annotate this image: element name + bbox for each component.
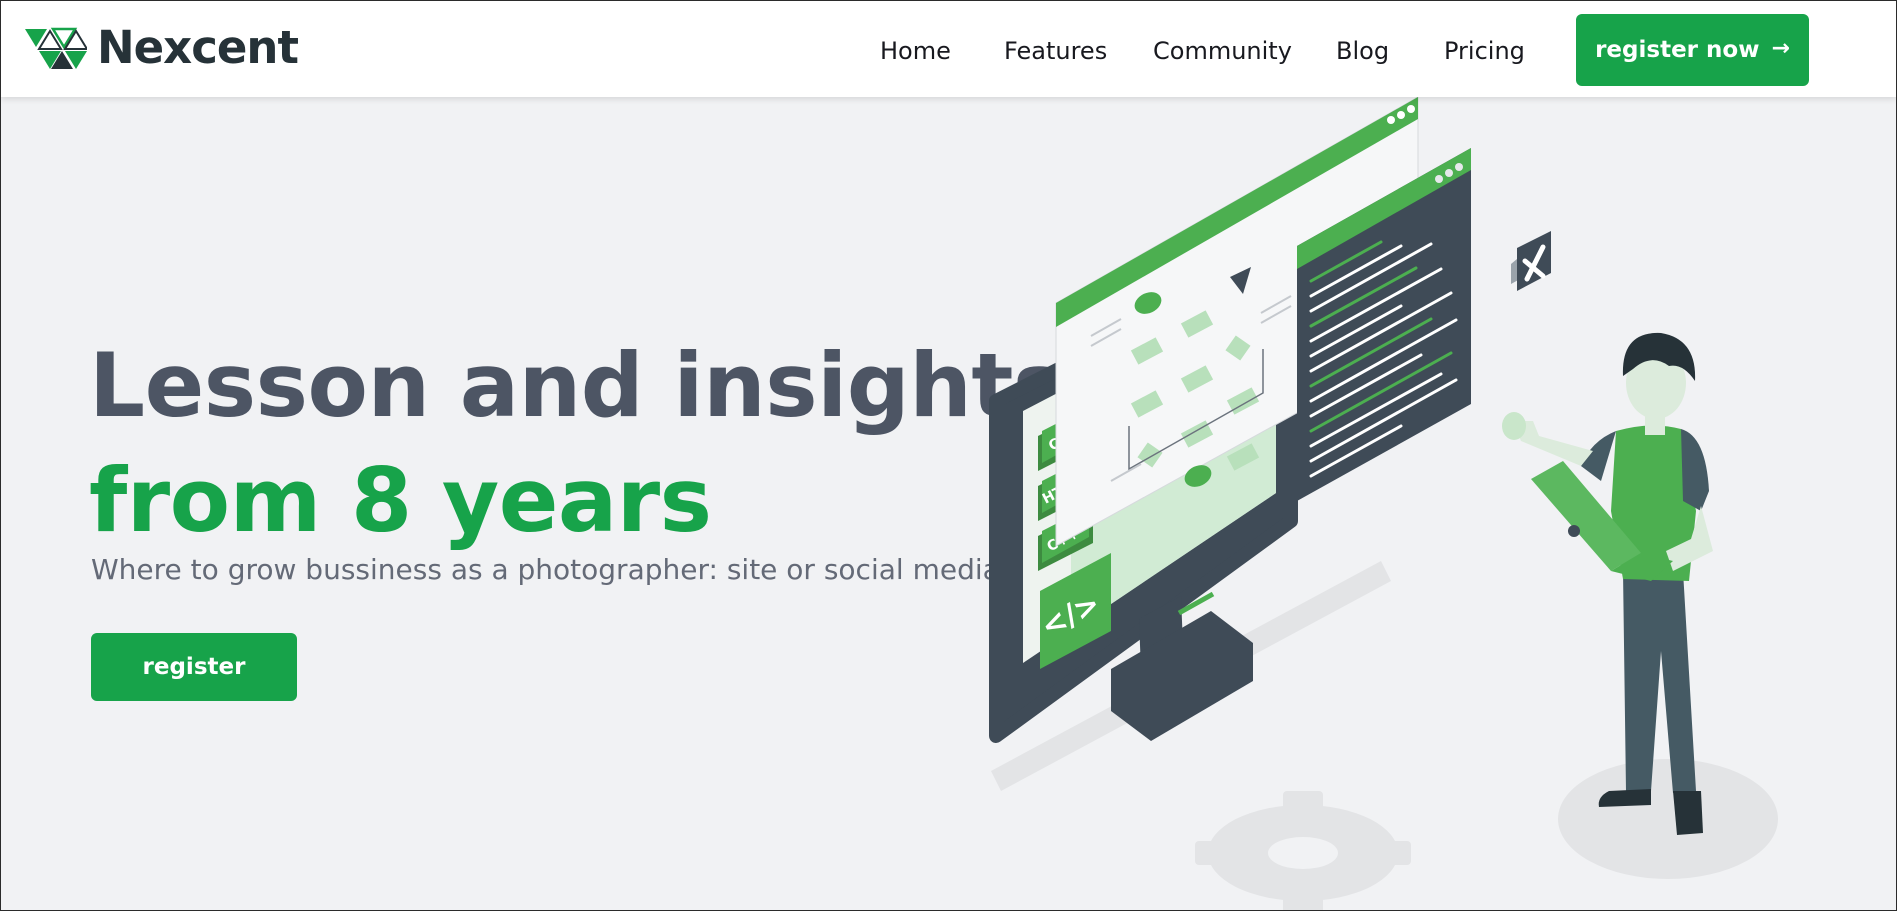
nav-pricing[interactable]: Pricing — [1444, 31, 1525, 71]
register-button-label: register — [142, 654, 246, 680]
nav-blog[interactable]: Blog — [1336, 31, 1389, 71]
hero-subtitle: Where to grow bussiness as a photographe… — [91, 553, 1015, 586]
register-now-label: register now — [1595, 37, 1760, 63]
gear-icon — [1195, 791, 1411, 910]
hero-title-line-2: from 8 years — [89, 449, 712, 552]
person-shadow — [1558, 759, 1778, 879]
nav-features[interactable]: Features — [1004, 31, 1107, 71]
developer-illustration: CSS HTML C++ </> — [989, 96, 1778, 910]
close-badge-icon — [1511, 231, 1551, 291]
register-now-button[interactable]: register now → — [1576, 14, 1809, 86]
person-with-laptop — [1502, 332, 1713, 835]
site-header: Nexcent Home Features Community Blog Pri… — [1, 1, 1896, 97]
nav-home[interactable]: Home — [880, 31, 951, 71]
nav-community[interactable]: Community — [1153, 31, 1292, 71]
register-button[interactable]: register — [91, 633, 297, 701]
arrow-right-icon: → — [1771, 35, 1790, 61]
hero-title-line-1: Lesson and insights — [89, 334, 1065, 437]
page: Nexcent Home Features Community Blog Pri… — [0, 0, 1897, 911]
